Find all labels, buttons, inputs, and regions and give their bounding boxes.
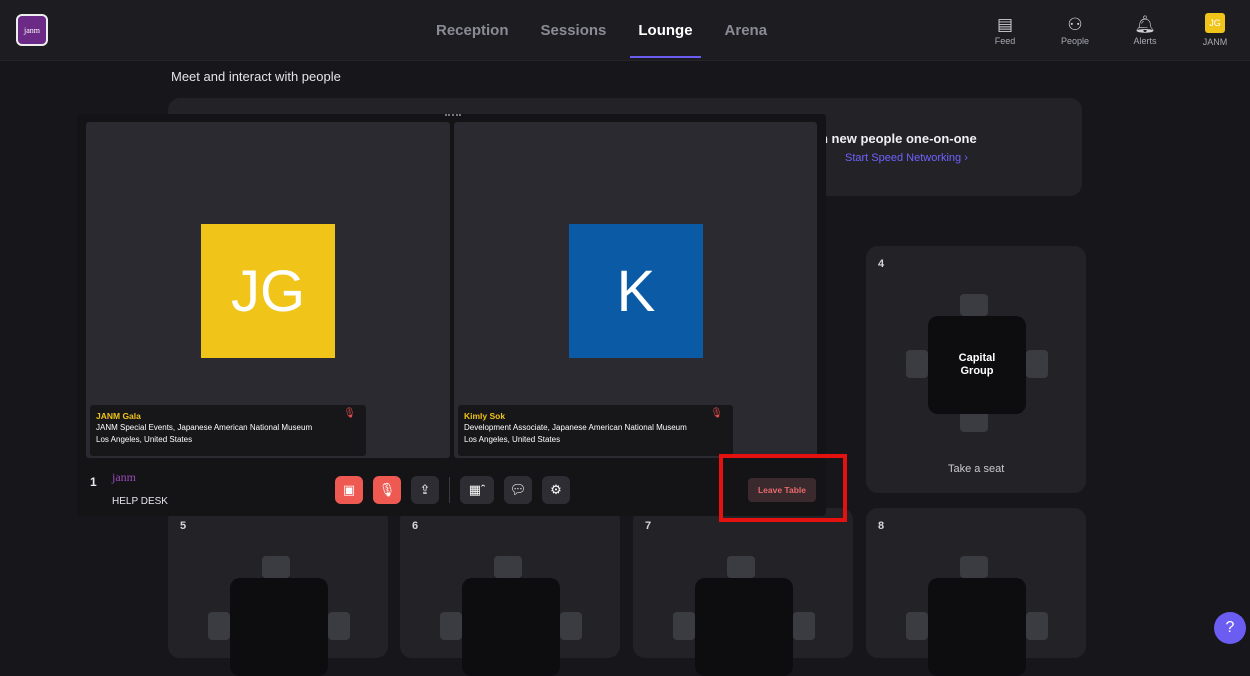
seat[interactable] [494,556,522,578]
mic-off-icon: 🎙︎ [710,408,723,419]
janm-logo-text: janm [24,25,40,35]
participant-location: Los Angeles, United States [96,435,193,444]
tab-sessions[interactable]: Sessions [541,0,607,58]
janm-logo: janm [112,470,136,484]
table-number: 6 [412,520,419,532]
camera-off-icon: ▣ [342,482,356,497]
table-number: 5 [180,520,187,532]
video-call-panel: JG JANM Gala JANM Special Events, Japane… [77,114,826,516]
table-card-8[interactable]: 8 [866,508,1086,676]
share-screen-icon: ⇪ [419,482,431,497]
seat[interactable] [560,612,582,640]
highlight-box [719,454,847,522]
call-controls: ▣ 🎙︎ ⇪ ▦ˆ 💬︎ ⚙ [335,476,580,504]
participant-name: Kimly Sok [464,411,506,421]
main-tabs: Reception Sessions Lounge Arena [420,0,783,60]
table-number: 1 [90,475,97,489]
top-navigation-bar: janm Reception Sessions Lounge Arena ▤ F… [0,0,1250,61]
tab-arena[interactable]: Arena [725,0,768,58]
table-card-5[interactable]: 5 [168,508,388,676]
people-label: People [1060,36,1090,46]
participant-tile-jg: JG JANM Gala JANM Special Events, Japane… [86,122,450,458]
grid-icon: ▦ˆ [468,482,486,497]
table-block [695,578,793,676]
take-seat-label[interactable]: Take a seat [948,463,1004,475]
profile-button[interactable]: JG JANM [1180,0,1250,60]
help-button[interactable]: ? [1214,612,1246,644]
seat[interactable] [906,350,928,378]
seat[interactable] [727,556,755,578]
seat[interactable] [793,612,815,640]
participant-tile-k: K Kimly Sok Development Associate, Japan… [454,122,817,458]
drag-handle[interactable] [445,114,461,120]
people-icon: ⚇ [1067,15,1083,34]
participant-info: JANM Gala JANM Special Events, Japanese … [90,405,366,456]
avatar: JG [1205,13,1225,33]
seat[interactable] [262,556,290,578]
table-number: 8 [878,520,885,532]
page-subtitle: Meet and interact with people [171,69,341,84]
profile-label: JANM [1202,37,1228,47]
janm-logo[interactable]: janm [16,14,48,46]
seat[interactable] [1026,612,1048,640]
seat[interactable] [1026,350,1048,378]
chat-button[interactable]: 💬︎ [504,476,532,504]
table-card-7[interactable]: 7 [633,508,853,676]
participant-avatar: JG [201,224,335,358]
seat[interactable] [208,612,230,640]
tab-lounge[interactable]: Lounge [630,0,701,58]
banner-text: h new people one-on-one [820,131,977,146]
table-name: HELP DESK [112,496,168,507]
alerts-button[interactable]: 🔔︎ Alerts [1110,0,1180,60]
participant-name: JANM Gala [96,411,141,421]
feed-label: Feed [994,36,1016,46]
seat[interactable] [673,612,695,640]
seat[interactable] [328,612,350,640]
feed-icon: ▤ [996,15,1014,34]
seat[interactable] [960,294,988,316]
mic-off-icon: 🎙︎ [378,482,396,497]
participant-title: Development Associate, Japanese American… [464,423,687,432]
chat-icon: 💬︎ [509,482,527,497]
mic-off-icon: 🎙︎ [343,408,356,419]
start-speed-networking-link[interactable]: Start Speed Networking › [845,152,968,164]
alerts-label: Alerts [1133,36,1157,46]
participant-avatar: K [569,224,703,358]
tab-reception[interactable]: Reception [436,0,509,58]
layout-button[interactable]: ▦ˆ [460,476,494,504]
participant-info: Kimly Sok Development Associate, Japanes… [458,405,733,456]
table-card-6[interactable]: 6 [400,508,620,676]
bell-icon: 🔔︎ [1134,15,1156,34]
people-button[interactable]: ⚇ People [1040,0,1110,60]
feed-button[interactable]: ▤ Feed [970,0,1040,60]
table-block [928,578,1026,676]
table-number: 4 [878,258,885,270]
table-card-4[interactable]: 4 Capital Group Take a seat [866,246,1086,493]
table-name: Capital Group [928,316,1026,414]
seat[interactable] [960,556,988,578]
table-block [230,578,328,676]
mic-toggle-button[interactable]: 🎙︎ [373,476,401,504]
share-screen-button[interactable]: ⇪ [411,476,439,504]
top-icons: ▤ Feed ⚇ People 🔔︎ Alerts JG JANM [970,0,1250,60]
divider [449,477,450,503]
table-block [462,578,560,676]
table-number: 7 [645,520,652,532]
settings-button[interactable]: ⚙ [542,476,570,504]
camera-toggle-button[interactable]: ▣ [335,476,363,504]
participant-title: JANM Special Events, Japanese American N… [96,423,313,432]
participant-location: Los Angeles, United States [464,435,561,444]
seat[interactable] [440,612,462,640]
seat[interactable] [906,612,928,640]
gear-icon: ⚙ [550,482,562,497]
